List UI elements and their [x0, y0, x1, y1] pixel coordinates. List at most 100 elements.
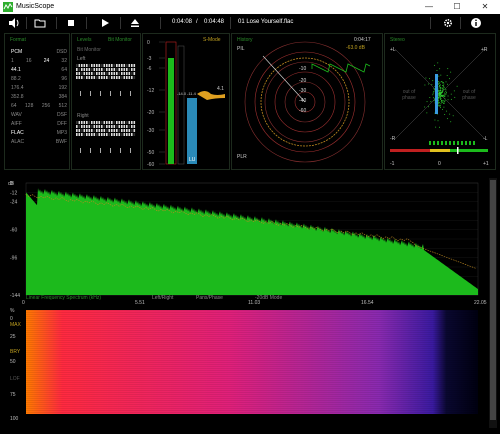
bit-marker: [90, 91, 91, 96]
bit-cell: [88, 133, 91, 136]
peak-left-value: -14.0: [177, 91, 187, 96]
bit-cell: [78, 129, 81, 132]
bit-cell: [111, 133, 113, 136]
bit-cell: [126, 64, 128, 67]
scope-point: [456, 85, 458, 87]
spectrogram-band: [26, 312, 478, 313]
stereo-scope: [390, 48, 488, 154]
bit-cell: [101, 121, 103, 124]
spectrogram-band: [26, 336, 478, 337]
bit-cell: [126, 125, 128, 128]
bit-cell: [103, 133, 106, 136]
scope-point: [446, 118, 448, 120]
bit-cell: [88, 72, 91, 75]
scope-point: [438, 84, 440, 86]
spectrogram-band: [26, 364, 478, 365]
bit-cell: [103, 76, 106, 79]
format-cell: FLAC: [11, 130, 24, 136]
left-right-mode[interactable]: Left/Right: [152, 295, 173, 301]
correlation-bar-green: [450, 149, 488, 152]
minimize-button[interactable]: —: [418, 0, 440, 14]
meter-scale-label: -3: [147, 56, 152, 62]
format-cell: 256: [41, 103, 51, 109]
balance-segment: [449, 141, 451, 145]
scrollbar-thumb[interactable]: [490, 180, 496, 420]
format-cell: 32: [61, 58, 67, 64]
bit-cell: [91, 72, 93, 75]
spectrum-y-tick: -24: [10, 200, 17, 206]
spectrogram-y-tick: 75: [10, 392, 16, 398]
bit-cell: [118, 64, 121, 67]
bit-monitor-label: Bit Monitor: [77, 47, 101, 53]
bit-cell: [81, 129, 83, 132]
scope-point: [444, 92, 446, 94]
spectrogram-band: [26, 384, 478, 385]
scope-point: [438, 96, 440, 98]
bit-marker: [120, 91, 121, 96]
scope-point: [431, 84, 433, 86]
scope-point: [441, 87, 443, 89]
spectrogram-band: [26, 380, 478, 381]
bit-cell: [91, 133, 93, 136]
meter-scale-label: -60: [147, 162, 154, 168]
bit-cell: [76, 121, 78, 124]
scope-point: [442, 82, 444, 84]
scope-point: [444, 98, 446, 100]
radar-ring-label: -60: [299, 108, 306, 114]
scope-point: [445, 90, 447, 92]
gear-icon[interactable]: [442, 16, 454, 30]
speaker-icon[interactable]: [8, 16, 20, 30]
minus20db-mode[interactable]: -20dB Mode: [255, 295, 282, 301]
bit-cell: [131, 64, 133, 67]
scope-point: [444, 100, 446, 102]
scope-point: [429, 96, 431, 98]
pans-phase-mode[interactable]: Pans/Phase: [196, 295, 223, 301]
bit-cell: [93, 125, 96, 128]
maximize-button[interactable]: ☐: [446, 0, 468, 14]
bit-cell: [106, 121, 108, 124]
scope-point: [441, 108, 443, 110]
scope-point: [446, 75, 448, 77]
bit-cell: [118, 129, 121, 132]
scope-point: [438, 126, 440, 128]
bit-cell: [96, 125, 98, 128]
format-row: PCM DSD: [11, 48, 67, 57]
scrollbar[interactable]: [489, 178, 497, 428]
scope-point: [450, 121, 452, 123]
scope-point: [440, 103, 442, 105]
eject-icon[interactable]: [130, 16, 140, 30]
format-cell: 96: [61, 76, 67, 82]
scope-point: [450, 71, 452, 73]
bit-cell: [83, 68, 86, 71]
stop-icon[interactable]: [66, 16, 76, 30]
spectrogram-band: [26, 366, 478, 367]
spectrum-y-tick: 0: [10, 181, 13, 187]
bit-cell: [118, 68, 121, 71]
bit-cell: [78, 68, 81, 71]
bit-cell: [103, 125, 106, 128]
toolbar-divider: [120, 17, 121, 29]
spectrogram-y-tick: LOF: [10, 376, 20, 382]
format-cell: 1: [11, 58, 14, 64]
scope-point: [444, 88, 446, 90]
spectrogram-band: [26, 388, 478, 389]
balance-segment: [433, 141, 435, 145]
spectrum-y-tick: -12: [10, 190, 17, 196]
bit-cell: [93, 121, 96, 124]
balance-segment: [461, 141, 463, 145]
scope-point: [438, 93, 440, 95]
scope-point: [426, 112, 428, 114]
close-button[interactable]: ✕: [474, 0, 496, 14]
play-icon[interactable]: [100, 16, 110, 30]
bit-cell: [101, 64, 103, 67]
format-cell: AIFF: [11, 121, 22, 127]
bit-monitor-tab[interactable]: Bit Monitor: [108, 37, 132, 43]
bit-cell: [121, 76, 123, 79]
folder-icon[interactable]: [34, 16, 46, 30]
bit-cell: [103, 121, 106, 124]
scope-point: [441, 90, 443, 92]
info-icon[interactable]: [470, 16, 482, 30]
bit-cell: [88, 68, 91, 71]
bit-cell: [113, 72, 116, 75]
bit-cell: [106, 72, 108, 75]
